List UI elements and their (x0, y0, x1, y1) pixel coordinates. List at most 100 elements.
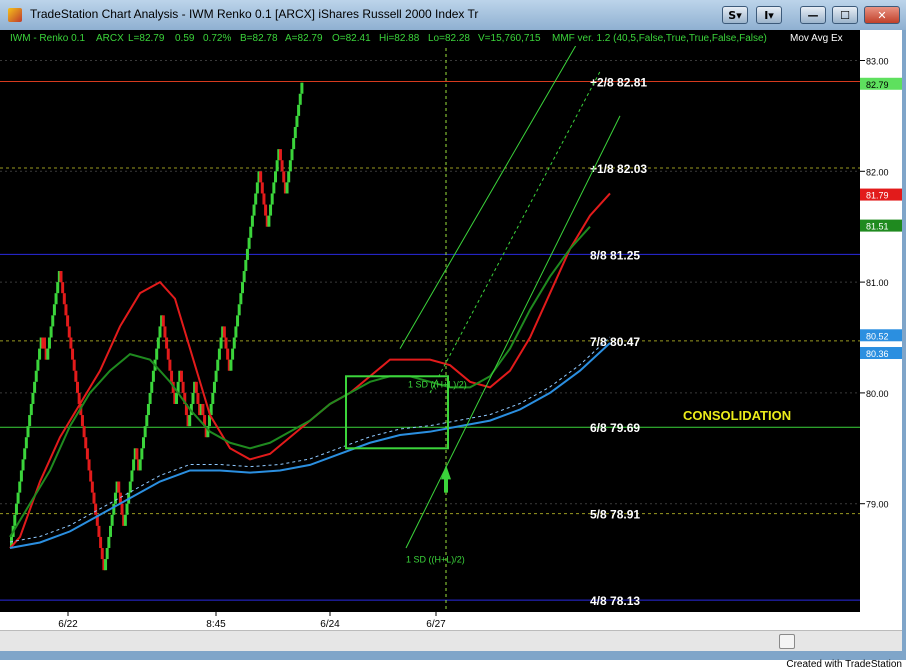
chart-plot-area[interactable]: +2/8 82.81 +1/8 82.03 8/8 81.25 7/8 80.47 6/… (0, 30, 860, 612)
info-ask: A=82.79 (285, 33, 323, 44)
channel-line (399, 38, 581, 349)
price-tag-label: 81.51 (866, 222, 889, 232)
renko-brick (216, 359, 220, 371)
renko-brick (105, 548, 109, 560)
renko-brick (300, 82, 304, 94)
price-tag-label: 80.36 (866, 349, 889, 359)
time-axis[interactable]: 6/22 8:45 6/24 6/27 (0, 612, 902, 630)
symbol-info-bar: IWM - Renko 0.1 ARCX L=82.79 0.59 0.72% … (0, 30, 860, 46)
renko-brick (36, 359, 40, 371)
insert-button[interactable]: I▾ (756, 6, 782, 24)
x-tick-label: 8:45 (206, 619, 226, 630)
consolidation-label: CONSOLIDATION (683, 408, 791, 423)
renko-brick (150, 381, 154, 393)
murrey-label: 5/8 78.91 (590, 508, 640, 522)
style-button-label: S (728, 9, 737, 22)
renko-brick (49, 326, 53, 338)
style-button[interactable]: S▾ (722, 6, 748, 24)
info-symbol: IWM - Renko 0.1 (10, 33, 86, 44)
renko-brick (270, 193, 274, 205)
renko-brick (135, 448, 139, 460)
up-arrow-icon (441, 464, 451, 493)
title-bar[interactable]: TradeStation Chart Analysis - IWM Renko … (0, 0, 906, 30)
renko-bricks (10, 82, 304, 571)
renko-brick (145, 415, 149, 427)
channel-line (405, 115, 621, 549)
price-axis[interactable]: 83.00 82.00 81.00 80.00 79.00 82.79 81.79 81.51… (860, 30, 902, 612)
renko-brick (214, 370, 218, 382)
renko-brick (201, 403, 205, 416)
scrollbar-thumb[interactable] (779, 634, 795, 649)
murrey-label: 7/8 80.47 (590, 335, 640, 349)
price-tag-label: 81.79 (866, 191, 889, 201)
renko-brick (107, 536, 111, 549)
close-button[interactable]: ✕ (864, 6, 900, 24)
renko-brick (224, 337, 228, 349)
minimize-button[interactable]: — (800, 6, 826, 24)
murrey-label: +2/8 82.81 (590, 76, 647, 90)
renko-brick (168, 359, 172, 371)
channel-line (429, 71, 601, 394)
renko-brick (104, 559, 108, 571)
renko-brick (234, 326, 238, 338)
chevron-down-icon: ▾ (736, 9, 742, 22)
renko-brick (76, 381, 79, 393)
renko-brick (94, 503, 98, 515)
renko-brick (250, 215, 254, 227)
renko-brick (175, 392, 178, 404)
price-axis-svg: 83.00 82.00 81.00 80.00 79.00 82.79 81.79 81.51… (860, 57, 902, 510)
chart-svg[interactable]: +2/8 82.81 +1/8 82.03 8/8 81.25 7/8 80.47 6/… (0, 30, 860, 612)
renko-brick (109, 525, 112, 537)
renko-brick (255, 182, 259, 194)
moving-average-green (9, 226, 591, 538)
renko-brick (222, 326, 226, 338)
y-tick-label: 81.00 (866, 278, 889, 288)
renko-brick (264, 204, 268, 216)
maximize-button[interactable]: ☐ (832, 6, 858, 24)
murrey-label: 8/8 81.25 (590, 248, 640, 262)
renko-brick (252, 204, 256, 216)
renko-brick (166, 348, 170, 360)
horizontal-scrollbar[interactable] (0, 630, 902, 651)
renko-brick (21, 459, 25, 471)
x-tick-label: 6/22 (58, 619, 78, 630)
renko-brick (245, 248, 249, 260)
y-tick-label: 83.00 (866, 57, 889, 67)
renko-brick (146, 403, 150, 416)
tradestation-logo-icon (8, 8, 22, 22)
y-tick-label: 80.00 (866, 389, 889, 399)
renko-brick (249, 226, 253, 238)
renko-brick (92, 492, 96, 504)
renko-brick (89, 470, 93, 482)
price-tag-label: 82.79 (866, 80, 889, 90)
renko-brick (298, 93, 302, 105)
renko-brick (155, 348, 159, 360)
renko-brick (288, 160, 292, 172)
renko-brick (165, 337, 169, 349)
renko-brick (142, 437, 145, 449)
renko-brick (156, 337, 160, 349)
renko-brick (194, 381, 198, 393)
renko-brick (274, 171, 277, 183)
renko-brick (62, 293, 66, 305)
renko-brick (132, 459, 136, 471)
info-mov-avg: Mov Avg Ex (790, 33, 843, 44)
renko-brick (26, 426, 30, 438)
y-tick-label: 79.00 (866, 500, 889, 510)
murrey-label: 6/8 79.69 (590, 421, 640, 435)
renko-brick (148, 392, 152, 404)
renko-brick (275, 160, 279, 172)
renko-brick (19, 470, 23, 482)
renko-brick (51, 315, 55, 327)
renko-brick (14, 503, 18, 515)
renko-brick (123, 514, 127, 526)
renko-brick (29, 403, 33, 416)
renko-brick (99, 536, 103, 549)
info-exchange: ARCX (96, 33, 124, 44)
renko-brick (188, 415, 192, 427)
renko-brick (170, 370, 174, 382)
renko-brick (151, 370, 155, 382)
chevron-down-icon: ▾ (768, 9, 774, 22)
info-indicator: MMF ver. 1.2 (40,5,False,True,True,False… (552, 33, 767, 44)
renko-brick (191, 392, 195, 404)
